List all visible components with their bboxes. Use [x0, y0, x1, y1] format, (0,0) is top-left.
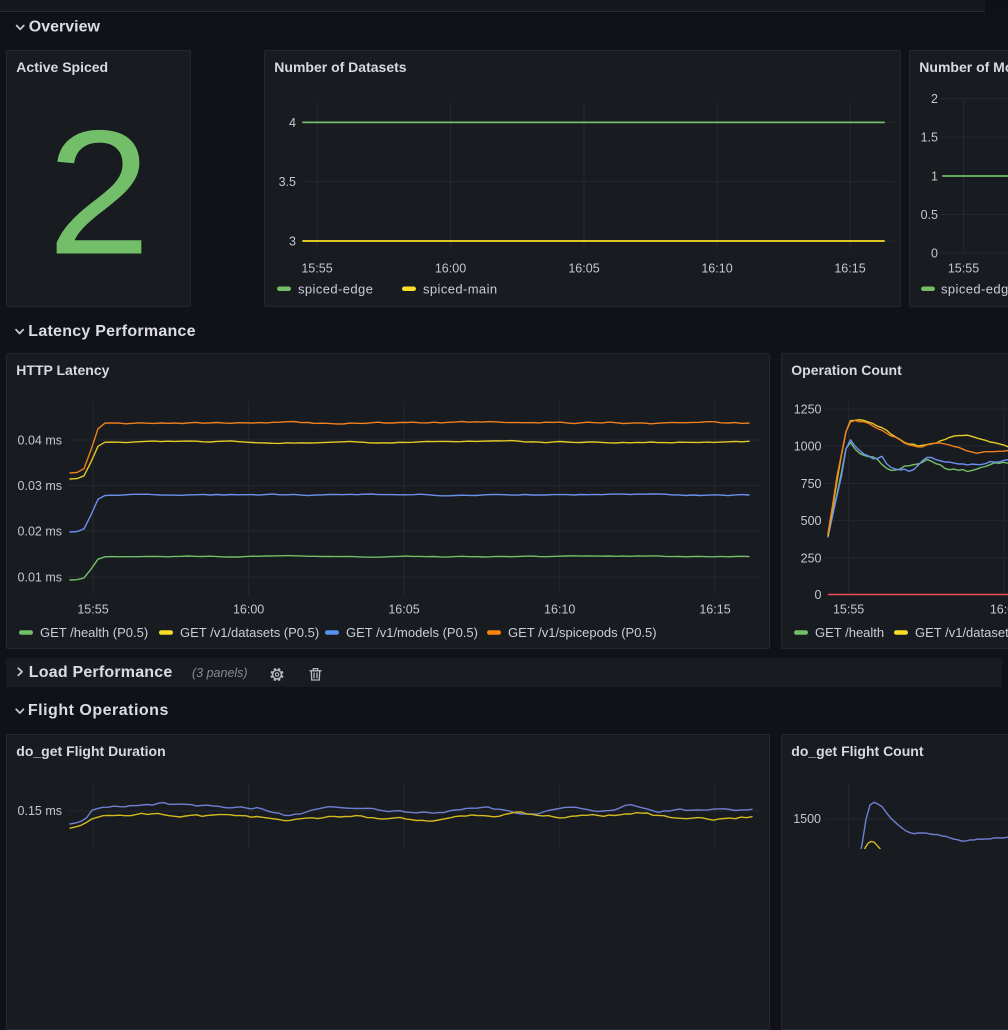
svg-text:0.5: 0.5	[921, 208, 938, 222]
svg-text:(3 panels): (3 panels)	[192, 666, 248, 680]
svg-text:16:10: 16:10	[544, 602, 575, 616]
svg-text:GET /v1/datasets (P0.5): GET /v1/datasets (P0.5)	[180, 625, 319, 640]
svg-text:4: 4	[289, 116, 296, 130]
svg-text:Flight Operations: Flight Operations	[28, 702, 169, 719]
svg-text:3.5: 3.5	[279, 175, 296, 189]
svg-text:Number of Models: Number of Models	[919, 59, 1008, 75]
svg-text:Overview: Overview	[29, 19, 101, 36]
svg-text:16:05: 16:05	[388, 602, 419, 616]
svg-text:HTTP Latency: HTTP Latency	[16, 362, 109, 378]
svg-text:GET /v1/models (P0.5): GET /v1/models (P0.5)	[346, 625, 478, 640]
svg-text:Number of Datasets: Number of Datasets	[274, 59, 406, 75]
svg-text:Active Spiced: Active Spiced	[16, 59, 108, 75]
svg-text:Operation Count: Operation Count	[791, 362, 902, 378]
svg-text:GET /v1/spicepods (P0.5): GET /v1/spicepods (P0.5)	[508, 625, 657, 640]
svg-text:15:55: 15:55	[833, 602, 864, 616]
svg-text:16:00: 16:00	[990, 602, 1008, 616]
svg-text:2: 2	[931, 92, 938, 106]
svg-text:16:10: 16:10	[701, 262, 732, 276]
svg-text:Load Performance: Load Performance	[29, 664, 173, 681]
svg-text:3: 3	[289, 235, 296, 249]
svg-text:1000: 1000	[794, 440, 822, 454]
svg-text:16:00: 16:00	[435, 262, 466, 276]
svg-text:0: 0	[815, 588, 822, 602]
svg-text:1250: 1250	[794, 403, 822, 417]
svg-text:16:15: 16:15	[834, 262, 865, 276]
svg-text:500: 500	[801, 514, 822, 528]
svg-text:1: 1	[931, 170, 938, 184]
svg-text:Latency Performance: Latency Performance	[28, 323, 195, 340]
svg-text:do_get Flight Duration: do_get Flight Duration	[16, 743, 165, 759]
svg-text:16:05: 16:05	[568, 262, 599, 276]
svg-text:0.02 ms: 0.02 ms	[18, 525, 62, 539]
svg-text:GET /health (P0.5): GET /health (P0.5)	[40, 625, 148, 640]
svg-text:1500: 1500	[793, 812, 821, 826]
svg-text:16:15: 16:15	[699, 602, 730, 616]
svg-text:1.5: 1.5	[921, 131, 938, 145]
svg-text:0: 0	[931, 247, 938, 261]
svg-text:spiced-edge: spiced-edge	[941, 282, 1008, 297]
svg-text:0.15 ms: 0.15 ms	[18, 804, 62, 818]
svg-text:15:55: 15:55	[948, 262, 979, 276]
svg-text:15:55: 15:55	[77, 602, 108, 616]
svg-text:750: 750	[801, 477, 822, 491]
svg-text:2: 2	[47, 94, 150, 291]
svg-text:0.04 ms: 0.04 ms	[18, 434, 62, 448]
svg-text:0.03 ms: 0.03 ms	[18, 479, 62, 493]
svg-text:do_get Flight Count: do_get Flight Count	[791, 743, 924, 759]
svg-text:250: 250	[801, 552, 822, 566]
svg-text:15:55: 15:55	[301, 262, 332, 276]
svg-text:GET /v1/datasets: GET /v1/datasets	[915, 625, 1008, 640]
svg-text:0.01 ms: 0.01 ms	[18, 571, 62, 585]
svg-text:GET /health: GET /health	[815, 625, 884, 640]
svg-text:spiced-main: spiced-main	[423, 282, 498, 297]
svg-text:16:00: 16:00	[233, 602, 264, 616]
svg-text:spiced-edge: spiced-edge	[298, 282, 373, 297]
